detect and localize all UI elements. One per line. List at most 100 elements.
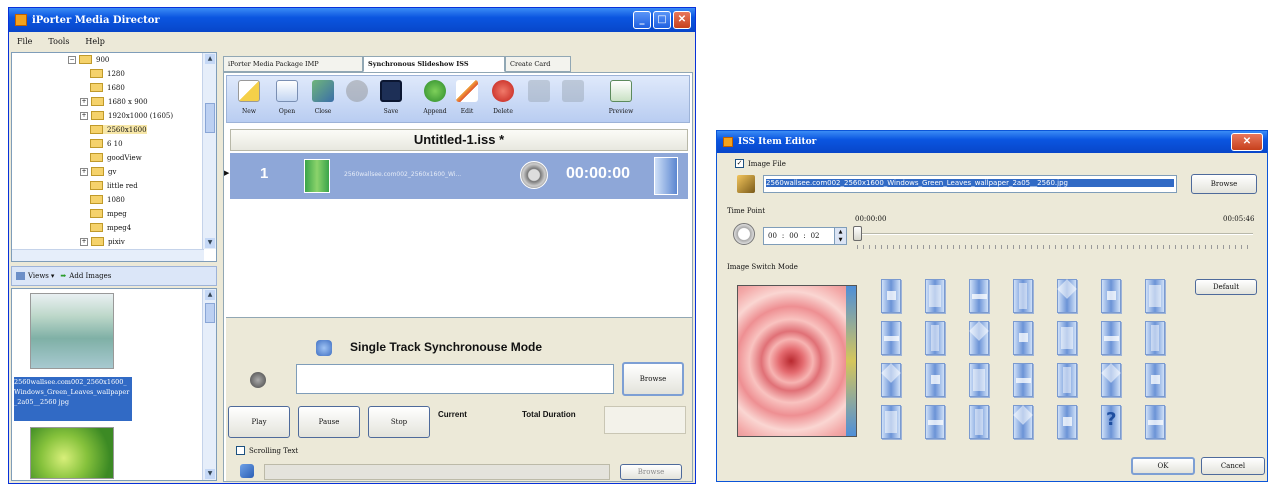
scrolling-text-checkbox[interactable] <box>236 446 245 455</box>
image-file-checkbox[interactable]: ✓ <box>735 159 744 168</box>
scroll-down-icon[interactable]: ▼ <box>205 238 215 248</box>
tree-item-selected[interactable]: 2560x1600 <box>90 125 147 134</box>
switch-effect-icon[interactable] <box>1057 405 1077 439</box>
move-up-button[interactable] <box>525 76 553 120</box>
switch-effect-icon[interactable] <box>1013 279 1033 313</box>
tab-iss[interactable]: Synchronous Slideshow ISS <box>363 56 505 72</box>
open-button[interactable]: Open <box>273 76 301 120</box>
close-icon[interactable]: ✕ <box>673 11 691 29</box>
scrolling-text-row[interactable]: Scrolling Text <box>236 446 298 455</box>
time-slider-track[interactable] <box>857 233 1253 235</box>
move-down-button[interactable] <box>559 76 587 120</box>
scroll-down-icon[interactable]: ▼ <box>205 469 215 479</box>
time-stepper[interactable]: 00: 00: 02 ▲ ▼ <box>763 227 847 245</box>
time-slider-thumb[interactable] <box>853 226 862 241</box>
tree-item[interactable]: +1920x1000 (1605) <box>80 111 173 120</box>
tree-item[interactable]: little red <box>90 181 138 190</box>
switch-effect-icon[interactable] <box>1101 405 1121 439</box>
thumbnail-panel[interactable]: 2560wallsee.com002_2560x1600_Windows_Gre… <box>11 288 217 481</box>
scroll-thumb[interactable] <box>205 103 215 133</box>
browse-image-button[interactable]: Browse <box>1191 174 1257 194</box>
menu-help[interactable]: Help <box>77 37 112 46</box>
preview-button[interactable]: Preview <box>607 76 635 120</box>
switch-effect-icon[interactable] <box>925 363 945 397</box>
tree-item[interactable]: 6 10 <box>90 139 123 148</box>
browse-audio-button[interactable]: Browse <box>622 362 684 396</box>
switch-effect-icon[interactable] <box>925 321 945 355</box>
tree-item[interactable]: mpeg4 <box>90 223 131 232</box>
cancel-button[interactable]: Cancel <box>1201 457 1265 475</box>
switch-effect-icon[interactable] <box>881 405 901 439</box>
image-file-row[interactable]: ✓ Image File <box>735 159 786 168</box>
switch-effect-icon[interactable] <box>1013 363 1033 397</box>
tree-scrollbar[interactable]: ▲ ▼ <box>202 53 216 249</box>
time-seconds[interactable]: 02 <box>811 232 820 240</box>
image-path-input[interactable]: 2560wallsee.com002_2560x1600_Windows_Gre… <box>763 175 1177 193</box>
toolbar-disabled-button[interactable] <box>343 76 371 120</box>
switch-effect-icon[interactable] <box>881 279 901 313</box>
switch-effect-icon[interactable] <box>881 363 901 397</box>
play-button[interactable]: Play <box>228 406 290 438</box>
minimize-icon[interactable]: _ <box>633 11 651 29</box>
save-button[interactable]: Save <box>377 76 405 120</box>
thumbnail-caption-selected[interactable]: 2560wallsee.com002_2560x1600_Windows_Gre… <box>14 377 132 421</box>
time-hours[interactable]: 00 <box>768 232 777 240</box>
chevron-down-icon[interactable]: ▾ <box>51 272 55 280</box>
append-button[interactable]: Append <box>421 76 449 120</box>
switch-effect-icon[interactable] <box>1013 405 1033 439</box>
views-dropdown[interactable]: Views <box>28 272 49 280</box>
switch-effect-icon[interactable] <box>1057 279 1077 313</box>
switch-effect-icon[interactable] <box>1101 279 1121 313</box>
switch-effect-icon[interactable] <box>1145 321 1165 355</box>
scrolling-text-input[interactable] <box>264 464 610 480</box>
scroll-thumb[interactable] <box>205 303 215 323</box>
new-button[interactable]: New <box>235 76 263 120</box>
tab-create-card[interactable]: Create Card <box>505 56 571 72</box>
switch-effect-icon[interactable] <box>1145 363 1165 397</box>
tree-item[interactable]: mpeg <box>90 209 127 218</box>
default-button[interactable]: Default <box>1195 279 1257 295</box>
switch-effect-icon[interactable] <box>1057 321 1077 355</box>
pause-button[interactable]: Pause <box>298 406 360 438</box>
tree-item[interactable]: 1080 <box>90 195 125 204</box>
tree-item[interactable]: goodView <box>90 153 142 162</box>
switch-effect-icon[interactable] <box>1145 405 1165 439</box>
edit-button[interactable]: Edit <box>453 76 481 120</box>
folder-tree[interactable]: −900 1280 1680 +1680 x 900 +1920x1000 (1… <box>11 52 217 262</box>
tree-item[interactable]: + gv <box>80 167 116 176</box>
maximize-icon[interactable]: □ <box>653 11 671 29</box>
track-effect-icon[interactable] <box>654 157 678 195</box>
switch-effect-icon[interactable] <box>881 321 901 355</box>
switch-effect-icon[interactable] <box>1013 321 1033 355</box>
add-images-button[interactable]: Add Images <box>69 272 111 280</box>
close-button[interactable]: Close <box>309 76 337 120</box>
thumbnail-scrollbar[interactable]: ▲ ▼ <box>202 289 216 480</box>
stop-button[interactable]: Stop <box>368 406 430 438</box>
ok-button[interactable]: OK <box>1131 457 1195 475</box>
tab-imp[interactable]: iPorter Media Package IMP <box>223 56 363 72</box>
spin-icon[interactable]: ▲ ▼ <box>834 228 846 244</box>
scroll-up-icon[interactable]: ▲ <box>205 54 215 64</box>
switch-effect-icon[interactable] <box>1101 363 1121 397</box>
dialog-close-icon[interactable]: ✕ <box>1231 133 1263 151</box>
thumbnail-image[interactable] <box>30 427 114 479</box>
audio-file-input[interactable] <box>296 364 614 394</box>
switch-effect-icon[interactable] <box>1101 321 1121 355</box>
delete-button[interactable]: Delete <box>489 76 517 120</box>
tree-item[interactable]: 1280 <box>90 69 125 78</box>
scroll-up-icon[interactable]: ▲ <box>205 290 215 300</box>
switch-effect-icon[interactable] <box>969 405 989 439</box>
switch-effect-icon[interactable] <box>1057 363 1077 397</box>
menu-file[interactable]: File <box>9 37 40 46</box>
thumbnail-image[interactable] <box>30 293 114 369</box>
tree-item[interactable]: + pixiv <box>80 237 125 246</box>
track-row[interactable]: ▶ 1 2560wallsee.com002_2560x1600_Wi... 0… <box>224 153 688 199</box>
switch-effect-icon[interactable] <box>925 279 945 313</box>
tree-item[interactable]: +1680 x 900 <box>80 97 148 106</box>
tree-item[interactable]: 1680 <box>90 83 125 92</box>
switch-effect-icon[interactable] <box>925 405 945 439</box>
menu-tools[interactable]: Tools <box>40 37 77 46</box>
time-minutes[interactable]: 00 <box>789 232 798 240</box>
volume-slider[interactable] <box>604 406 686 434</box>
switch-effect-icon[interactable] <box>1145 279 1165 313</box>
